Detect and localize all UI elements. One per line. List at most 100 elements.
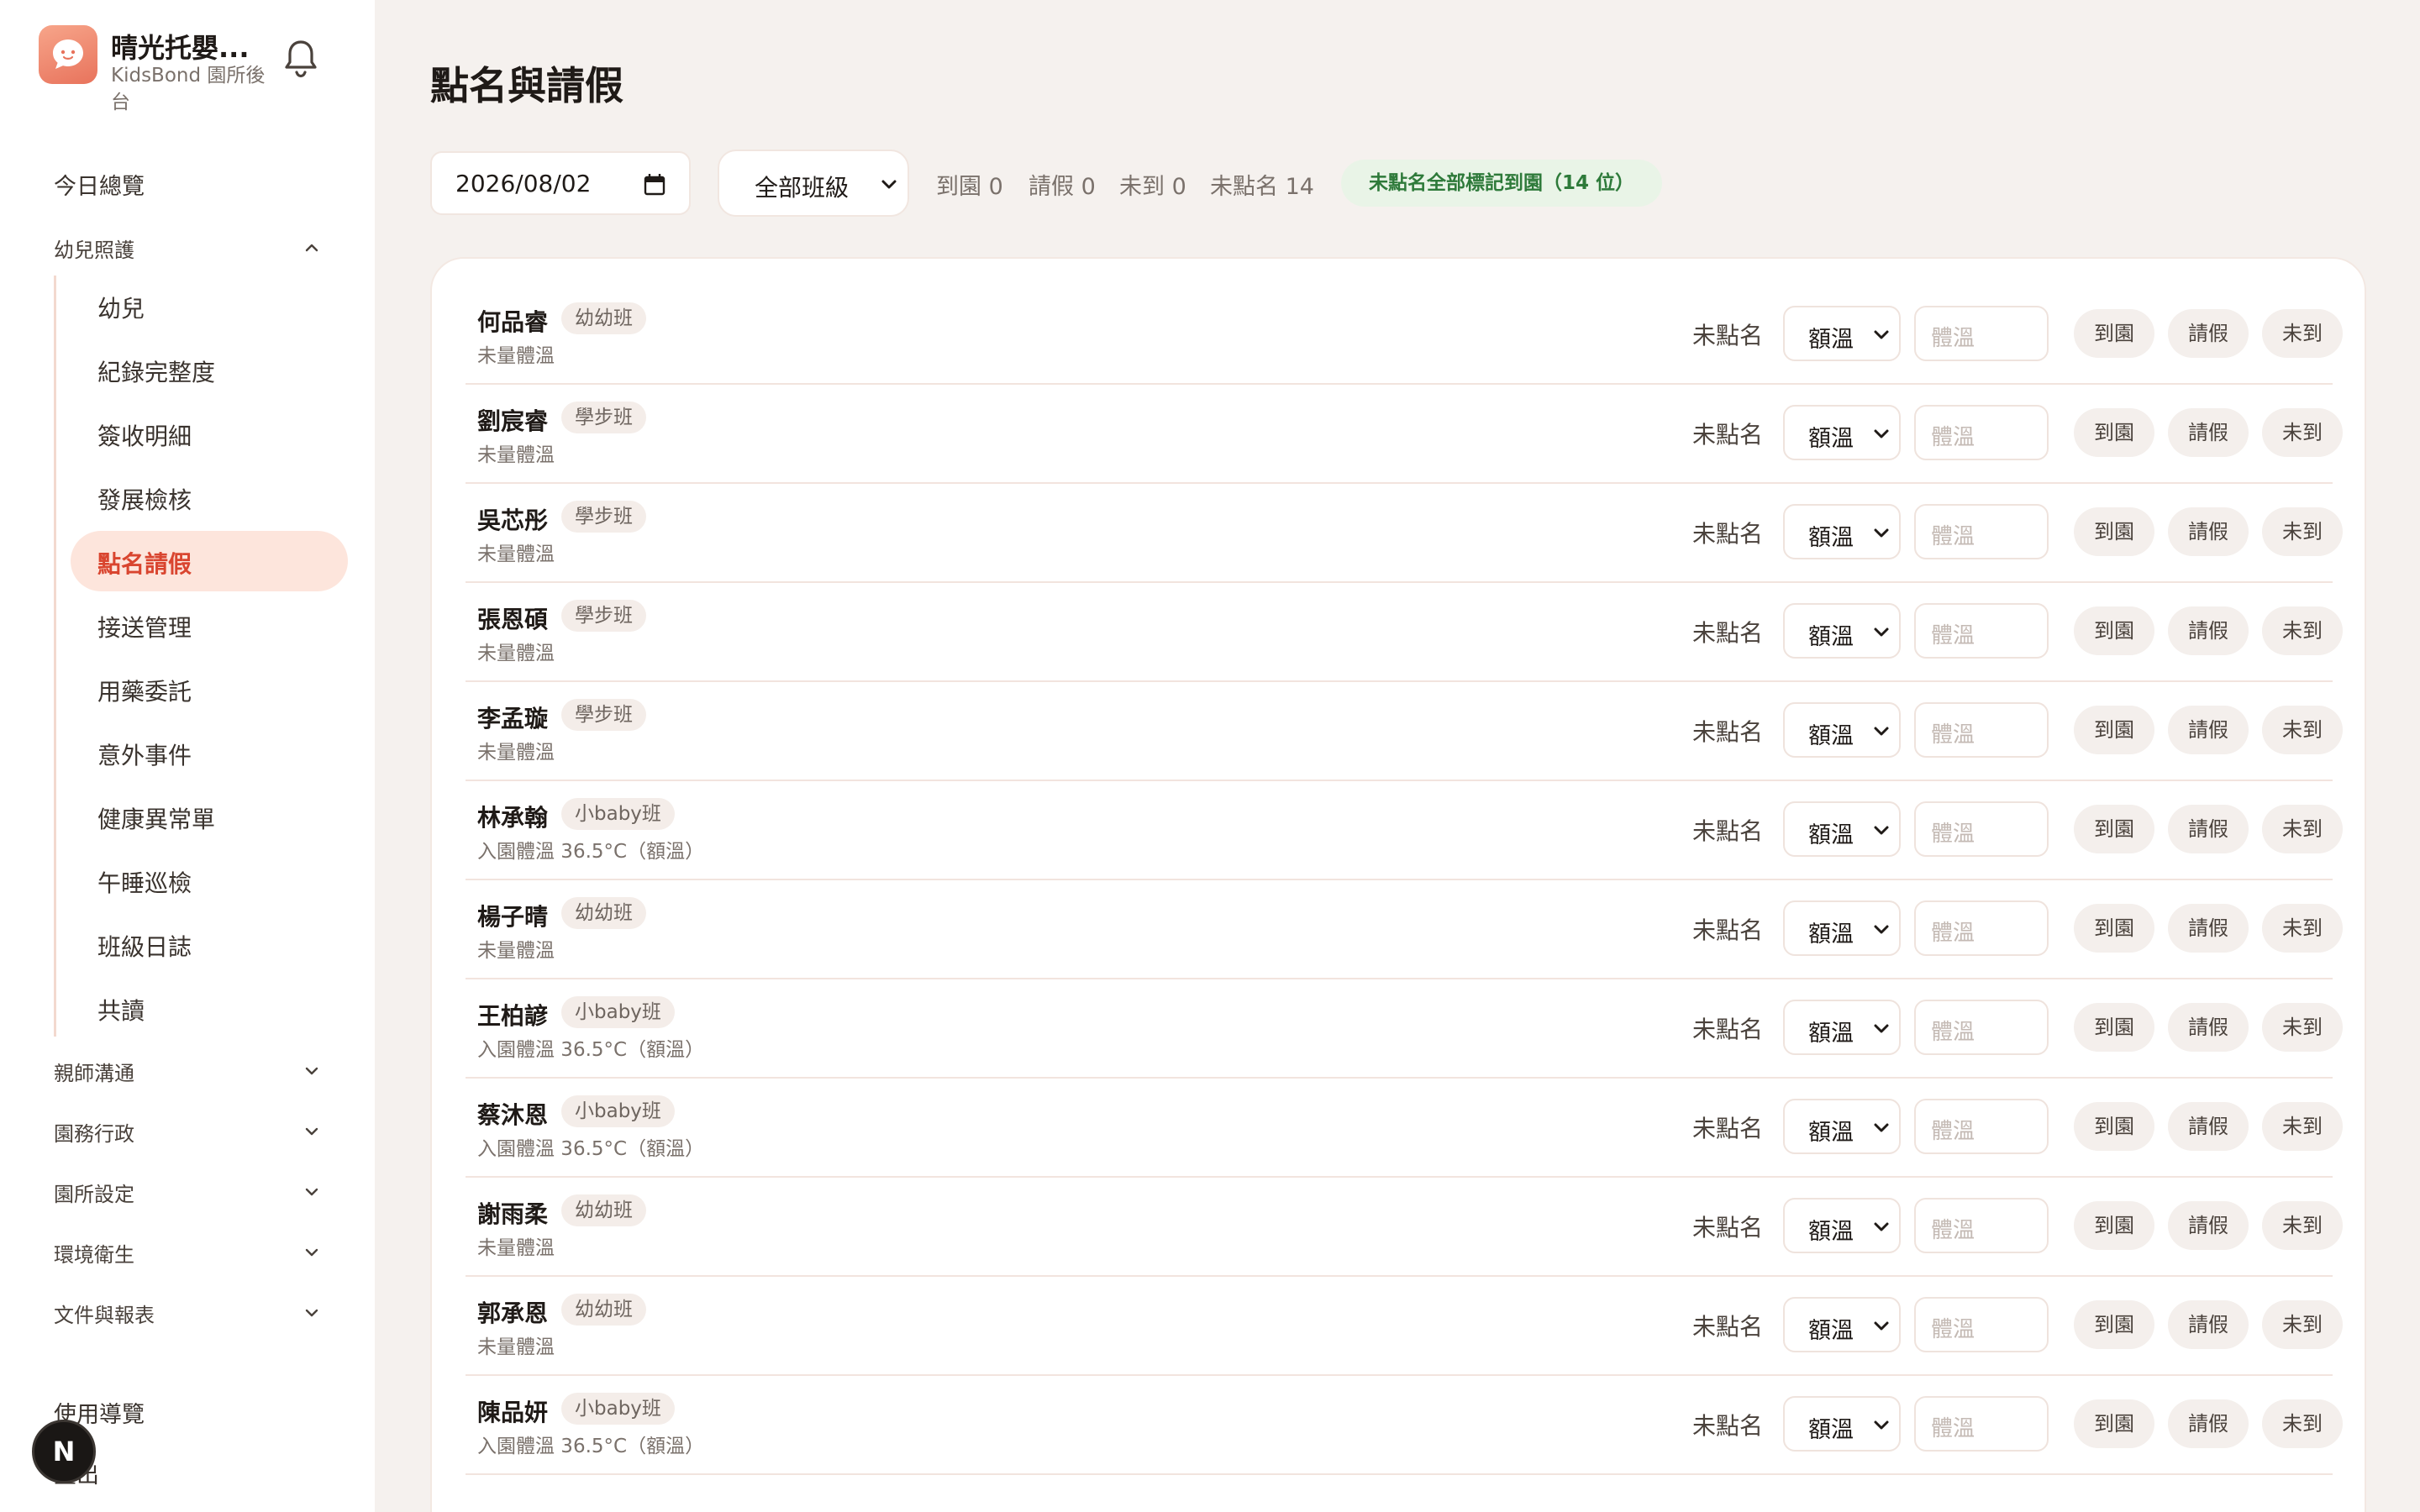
temperature-input[interactable]: 體溫 <box>1914 801 2049 857</box>
sidebar-item-reading[interactable]: 共讀 <box>97 993 145 1026</box>
absent-button[interactable]: 未到 <box>2262 1399 2343 1448</box>
chevron-down-icon <box>1874 1024 1889 1033</box>
temperature-type-select[interactable]: 額溫 <box>1783 900 1901 956</box>
leave-button[interactable]: 請假 <box>2168 507 2249 556</box>
leave-button[interactable]: 請假 <box>2168 805 2249 853</box>
chevron-down-icon <box>305 1067 318 1075</box>
sidebar: 晴光托嬰... KidsBond 園所後台 今日總覽 幼兒照護 幼兒 紀錄完整度… <box>0 0 375 1512</box>
leave-button[interactable]: 請假 <box>2168 606 2249 655</box>
sidebar-item-development[interactable]: 發展檢核 <box>97 482 192 516</box>
absent-button[interactable]: 未到 <box>2262 1300 2343 1349</box>
temperature-placeholder: 體溫 <box>1931 1416 1975 1441</box>
calendar-icon[interactable] <box>644 173 666 197</box>
user-avatar[interactable]: N <box>32 1420 96 1483</box>
chevron-down-icon <box>1874 826 1889 835</box>
leave-button[interactable]: 請假 <box>2168 706 2249 754</box>
absent-button[interactable]: 未到 <box>2262 904 2343 953</box>
leave-button[interactable]: 請假 <box>2168 1300 2249 1349</box>
nav-group-communication[interactable]: 親師溝通 <box>54 1057 321 1090</box>
temperature-type-select[interactable]: 額溫 <box>1783 1297 1901 1352</box>
leave-button[interactable]: 請假 <box>2168 408 2249 457</box>
sidebar-item-health-abnormal[interactable]: 健康異常單 <box>97 801 215 835</box>
temperature-input[interactable]: 體溫 <box>1914 1000 2049 1055</box>
sidebar-item-class-log[interactable]: 班級日誌 <box>97 929 192 963</box>
temperature-input[interactable]: 體溫 <box>1914 405 2049 460</box>
nav-group-settings[interactable]: 園所設定 <box>54 1178 321 1211</box>
arrive-button[interactable]: 到園 <box>2074 507 2154 556</box>
arrive-button[interactable]: 到園 <box>2074 706 2154 754</box>
temperature-input[interactable]: 體溫 <box>1914 603 2049 659</box>
leave-button[interactable]: 請假 <box>2168 904 2249 953</box>
temperature-input[interactable]: 體溫 <box>1914 1396 2049 1452</box>
arrive-button[interactable]: 到園 <box>2074 408 2154 457</box>
sidebar-item-record-completeness[interactable]: 紀錄完整度 <box>97 354 215 388</box>
sidebar-item-medication[interactable]: 用藥委託 <box>97 674 192 707</box>
arrive-button[interactable]: 到園 <box>2074 1201 2154 1250</box>
temperature-type-select[interactable]: 額溫 <box>1783 1099 1901 1154</box>
temperature-note: 未量體溫 <box>477 345 555 367</box>
leave-button[interactable]: 請假 <box>2168 1399 2249 1448</box>
absent-button[interactable]: 未到 <box>2262 706 2343 754</box>
class-badge: 幼幼班 <box>561 1294 646 1326</box>
arrive-button[interactable]: 到園 <box>2074 606 2154 655</box>
arrive-button[interactable]: 到園 <box>2074 904 2154 953</box>
temperature-input[interactable]: 體溫 <box>1914 702 2049 758</box>
absent-button[interactable]: 未到 <box>2262 309 2343 358</box>
leave-button[interactable]: 請假 <box>2168 1003 2249 1052</box>
arrive-button[interactable]: 到園 <box>2074 1003 2154 1052</box>
temperature-type-select[interactable]: 額溫 <box>1783 1198 1901 1253</box>
nav-group-care[interactable]: 幼兒照護 <box>54 234 321 267</box>
notification-bell-icon[interactable] <box>282 37 319 81</box>
sidebar-item-pickup[interactable]: 接送管理 <box>97 610 192 643</box>
table-row: 林承翰 小baby班 入園體溫 36.5°C（額溫） 未點名 額溫 體溫 到園 … <box>466 781 2343 880</box>
temperature-type-select[interactable]: 額溫 <box>1783 504 1901 559</box>
app-logo-icon <box>39 25 97 84</box>
arrive-button[interactable]: 到園 <box>2074 805 2154 853</box>
absent-button[interactable]: 未到 <box>2262 507 2343 556</box>
temperature-type-select[interactable]: 額溫 <box>1783 1000 1901 1055</box>
leave-button[interactable]: 請假 <box>2168 1201 2249 1250</box>
temperature-type-select[interactable]: 額溫 <box>1783 801 1901 857</box>
leave-button[interactable]: 請假 <box>2168 1102 2249 1151</box>
temperature-type-select[interactable]: 額溫 <box>1783 405 1901 460</box>
absent-button[interactable]: 未到 <box>2262 408 2343 457</box>
temperature-input[interactable]: 體溫 <box>1914 900 2049 956</box>
absent-button[interactable]: 未到 <box>2262 1003 2343 1052</box>
class-badge: 小baby班 <box>561 996 675 1028</box>
attendance-status: 未點名 <box>1692 322 1764 349</box>
sidebar-item-children[interactable]: 幼兒 <box>97 291 145 324</box>
temperature-input[interactable]: 體溫 <box>1914 306 2049 361</box>
leave-button[interactable]: 請假 <box>2168 309 2249 358</box>
arrive-button[interactable]: 到園 <box>2074 309 2154 358</box>
class-filter-select[interactable]: 全部班級 <box>718 150 909 217</box>
temperature-type-select[interactable]: 額溫 <box>1783 603 1901 659</box>
date-input[interactable]: 2026/08/02 <box>430 151 691 215</box>
sidebar-item-attendance[interactable]: 點名請假 <box>97 546 192 580</box>
nav-overview[interactable]: 今日總覽 <box>54 168 145 201</box>
temperature-input[interactable]: 體溫 <box>1914 504 2049 559</box>
temperature-type-value: 額溫 <box>1808 327 1854 353</box>
absent-button[interactable]: 未到 <box>2262 606 2343 655</box>
temperature-type-value: 額溫 <box>1808 921 1854 948</box>
sidebar-item-nap-check[interactable]: 午睡巡檢 <box>97 865 192 899</box>
sidebar-item-signoff[interactable]: 簽收明細 <box>97 418 192 452</box>
arrive-button[interactable]: 到園 <box>2074 1102 2154 1151</box>
attendance-status: 未點名 <box>1692 718 1764 746</box>
absent-button[interactable]: 未到 <box>2262 1201 2343 1250</box>
sidebar-item-incidents[interactable]: 意外事件 <box>97 738 192 771</box>
nav-group-admin[interactable]: 園務行政 <box>54 1117 321 1151</box>
temperature-input[interactable]: 體溫 <box>1914 1099 2049 1154</box>
arrive-button[interactable]: 到園 <box>2074 1399 2154 1448</box>
temperature-type-select[interactable]: 額溫 <box>1783 702 1901 758</box>
table-row: 楊子晴 幼幼班 未量體溫 未點名 額溫 體溫 到園 請假 未到 <box>466 880 2343 979</box>
mark-all-arrived-button[interactable]: 未點名全部標記到園（14 位） <box>1341 160 1662 207</box>
temperature-input[interactable]: 體溫 <box>1914 1198 2049 1253</box>
absent-button[interactable]: 未到 <box>2262 805 2343 853</box>
temperature-type-select[interactable]: 額溫 <box>1783 1396 1901 1452</box>
nav-group-documents[interactable]: 文件與報表 <box>54 1299 321 1332</box>
nav-group-hygiene[interactable]: 環境衛生 <box>54 1238 321 1272</box>
arrive-button[interactable]: 到園 <box>2074 1300 2154 1349</box>
temperature-type-select[interactable]: 額溫 <box>1783 306 1901 361</box>
temperature-input[interactable]: 體溫 <box>1914 1297 2049 1352</box>
absent-button[interactable]: 未到 <box>2262 1102 2343 1151</box>
